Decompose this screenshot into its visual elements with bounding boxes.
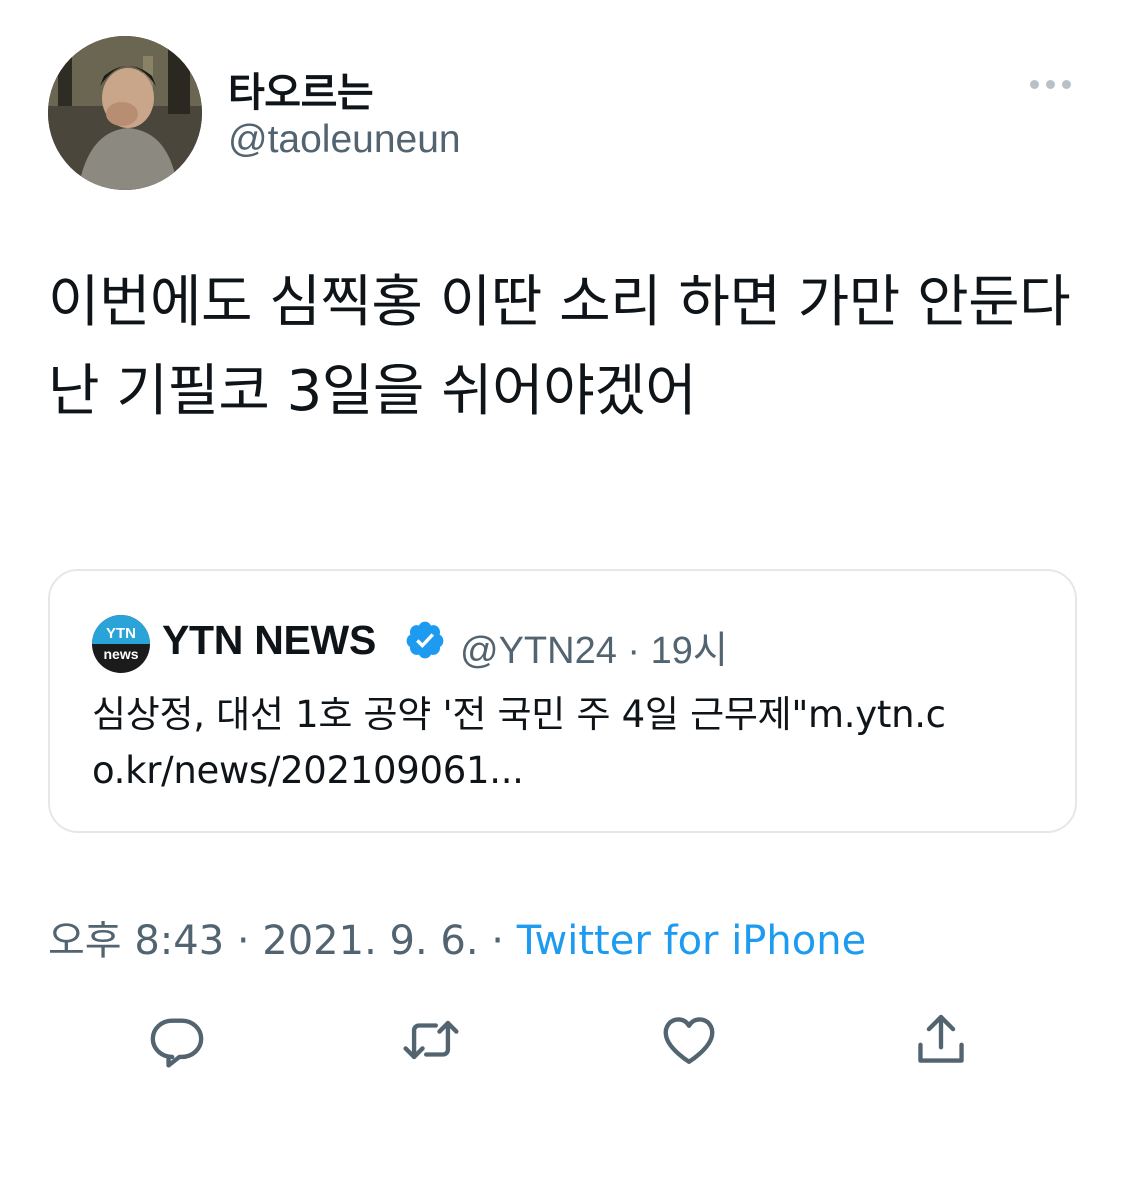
more-options-button[interactable]: [1022, 66, 1078, 102]
tweet-text: 이번에도 심찍홍 이딴 소리 하면 가만 안둔다 난 기필코 3일을 쉬어야겠어: [48, 270, 1071, 424]
ytn-logo-top: YTN: [92, 615, 150, 644]
quoted-text: 심상정, 대선 1호 공약 '전 국민 주 4일 근무제"m.ytn.co.kr…: [92, 693, 946, 792]
dot-icon: [1029, 79, 1039, 89]
source-link[interactable]: Twitter for iPhone: [517, 918, 867, 964]
reply-icon: [150, 1018, 204, 1068]
author-display-name[interactable]: 타오르는: [228, 60, 374, 118]
quoted-avatar: YTN news: [92, 615, 150, 673]
heart-icon: [663, 1017, 715, 1064]
share-button[interactable]: [908, 1007, 974, 1073]
quoted-display-name: YTN NEWS: [162, 617, 376, 663]
quoted-tweet-card[interactable]: YTN news YTN NEWS @YTN24 · 19시 심상정, 대선 1…: [48, 569, 1077, 833]
dot-icon: [1045, 79, 1055, 89]
avatar[interactable]: [48, 36, 202, 190]
retweet-icon: [403, 1020, 459, 1060]
verified-badge-icon: [406, 621, 444, 659]
quoted-handle-time: @YTN24 · 19시: [460, 630, 728, 672]
retweet-button[interactable]: [398, 1007, 464, 1073]
reply-button[interactable]: [144, 1007, 210, 1073]
timestamp-text[interactable]: 오후 8:43 · 2021. 9. 6. ·: [48, 918, 517, 964]
tweet-timestamp: 오후 8:43 · 2021. 9. 6. · Twitter for iPho…: [48, 908, 866, 966]
ytn-logo-bottom: news: [103, 646, 139, 662]
dot-icon: [1061, 79, 1071, 89]
like-button[interactable]: [656, 1007, 722, 1073]
author-handle[interactable]: @taoleuneun: [228, 118, 461, 162]
share-icon: [918, 1014, 964, 1063]
avatar-photo: [48, 36, 202, 190]
tweet: 타오르는 @taoleuneun 이번에도 심찍홍 이딴 소리 하면 가만 안둔…: [0, 0, 1125, 1197]
